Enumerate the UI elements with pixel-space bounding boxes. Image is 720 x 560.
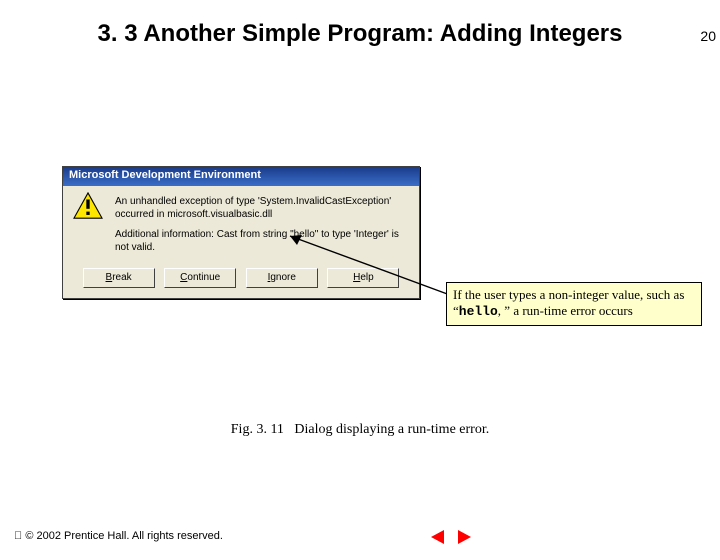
warning-icon: [73, 192, 103, 220]
slide-nav: [428, 527, 474, 547]
page-number: 20: [700, 28, 716, 44]
caption-text: Dialog displaying a run-time error.: [294, 422, 489, 437]
dialog-button-row: Break Continue Ignore Help: [63, 268, 419, 288]
help-button[interactable]: Help: [327, 268, 399, 288]
dialog-body: An unhandled exception of type 'System.I…: [63, 186, 419, 268]
ignore-button[interactable]: Ignore: [246, 268, 318, 288]
continue-button[interactable]: Continue: [164, 268, 236, 288]
caption-label: Fig. 3. 11: [231, 422, 284, 437]
next-button[interactable]: [454, 527, 474, 547]
callout-code: hello: [459, 304, 498, 319]
figure-caption: Fig. 3. 11 Dialog displaying a run-time …: [0, 422, 720, 438]
callout-text-suffix: , ” a run-time error occurs: [498, 303, 633, 318]
copyright-footer:  © 2002 Prentice Hall. All rights reser…: [14, 530, 223, 542]
callout-box: If the user types a non-integer value, s…: [446, 282, 702, 326]
dialog-message-additional: Additional information: Cast from string…: [115, 229, 407, 254]
footer-text: © 2002 Prentice Hall. All rights reserve…: [25, 530, 223, 542]
dialog-titlebar: Microsoft Development Environment: [63, 167, 419, 186]
dialog-message-main: An unhandled exception of type 'System.I…: [115, 196, 407, 221]
page-title: 3. 3 Another Simple Program: Adding Inte…: [80, 20, 640, 49]
prev-button[interactable]: [428, 527, 448, 547]
break-button[interactable]: Break: [83, 268, 155, 288]
error-dialog: Microsoft Development Environment An unh…: [62, 166, 420, 299]
